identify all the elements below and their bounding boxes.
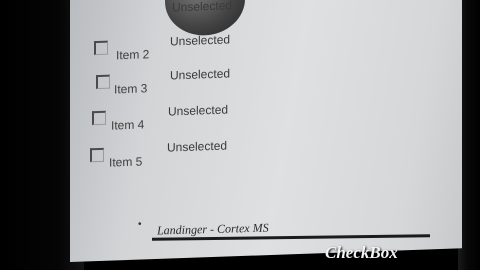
item-state-label: Unselected xyxy=(170,32,231,49)
item-label: Item 3 xyxy=(114,81,148,97)
item-label: Item 2 xyxy=(116,47,150,63)
item-5-checkbox[interactable] xyxy=(90,147,104,163)
item-2-checkbox[interactable] xyxy=(94,40,108,56)
item-state-label: Unselected xyxy=(170,66,231,83)
item-state-label: Unselected xyxy=(167,138,228,155)
list-item[interactable]: Item 5 Unselected xyxy=(70,130,462,174)
item-state-label: Unselected xyxy=(172,0,233,15)
item-4-checkbox[interactable] xyxy=(92,110,106,126)
item-label: Item 4 xyxy=(111,117,145,133)
item-state-label: Unselected xyxy=(168,102,229,119)
footer-marker: • xyxy=(138,219,142,230)
video-caption: CheckBox xyxy=(325,243,398,262)
item-label: Item 5 xyxy=(109,154,143,170)
item-3-checkbox[interactable] xyxy=(96,74,110,90)
